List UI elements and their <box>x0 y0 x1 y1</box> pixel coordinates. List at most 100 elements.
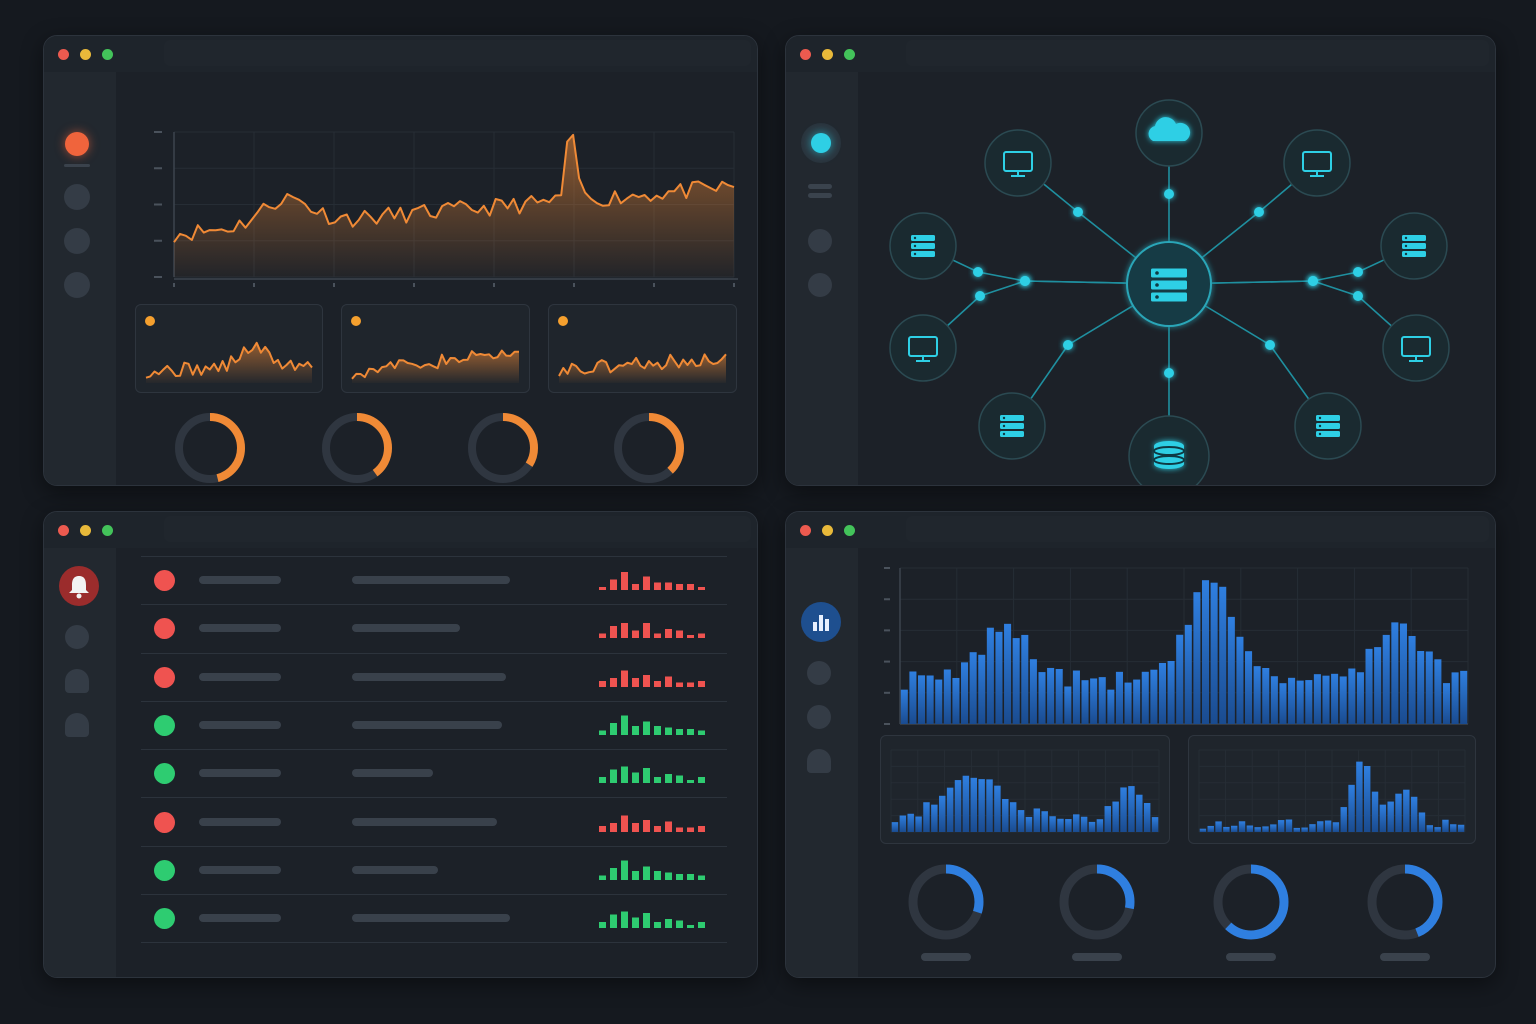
bar <box>1253 666 1261 724</box>
monitor-node[interactable] <box>1382 314 1450 382</box>
minimize-button[interactable] <box>822 525 833 536</box>
alert-name-bar <box>199 769 281 778</box>
sparkline-chart <box>599 815 705 832</box>
server-node[interactable] <box>889 212 957 280</box>
alert-row[interactable] <box>141 894 727 944</box>
maximize-button[interactable] <box>844 525 855 536</box>
menu-icon[interactable] <box>808 184 832 189</box>
bar <box>1151 817 1159 832</box>
sidebar-item-two[interactable] <box>64 228 90 254</box>
sidebar-item-user[interactable] <box>807 749 831 773</box>
close-button[interactable] <box>800 525 811 536</box>
alert-row[interactable] <box>141 604 727 654</box>
bar <box>1339 676 1347 724</box>
bar <box>1038 672 1046 724</box>
sidebar-item-active[interactable] <box>65 132 89 156</box>
bar <box>1041 811 1048 832</box>
bar <box>1017 810 1025 832</box>
maximize-button[interactable] <box>102 49 113 60</box>
sparkline-bar <box>610 867 617 880</box>
menu-icon-bar <box>808 193 832 198</box>
sidebar-item-three[interactable] <box>64 272 90 298</box>
sidebar-item-alerts[interactable] <box>59 566 99 606</box>
bar <box>1279 683 1287 724</box>
sparkline-bar <box>654 680 661 687</box>
server-icon <box>1402 235 1426 257</box>
cloud-node[interactable] <box>1135 99 1203 167</box>
alert-row[interactable] <box>141 846 727 896</box>
bar <box>1033 808 1041 832</box>
server-node[interactable] <box>1380 212 1448 280</box>
sidebar-item-chat[interactable] <box>64 184 90 210</box>
alerts-window <box>43 511 758 978</box>
sparkline-bar <box>676 728 683 735</box>
alert-row[interactable] <box>141 653 727 702</box>
central-server-node[interactable] <box>1126 241 1212 327</box>
server-node[interactable] <box>1294 392 1362 460</box>
alert-name-bar <box>199 576 281 584</box>
status-error-icon <box>154 618 175 640</box>
maximize-button[interactable] <box>844 49 855 60</box>
monitor-node[interactable] <box>889 314 957 382</box>
bar <box>1021 634 1029 724</box>
bar <box>1029 659 1037 724</box>
alert-row[interactable] <box>141 701 727 751</box>
alert-row[interactable] <box>141 798 727 847</box>
sparkline-bar <box>676 682 683 687</box>
sidebar <box>44 72 116 485</box>
sidebar-item-two[interactable] <box>807 705 831 729</box>
bar <box>1120 787 1127 832</box>
bar <box>1408 635 1416 724</box>
server-node[interactable] <box>978 392 1046 460</box>
sidebar-item-profile[interactable] <box>65 713 89 737</box>
sparkline-bar <box>676 827 683 832</box>
sparkline-bar <box>621 860 628 880</box>
maximize-button[interactable] <box>102 525 113 536</box>
sidebar-item-settings[interactable] <box>808 229 832 253</box>
sidebar <box>786 548 858 977</box>
monitor-node[interactable] <box>1283 129 1351 197</box>
minimize-button[interactable] <box>822 49 833 60</box>
sparkline-bar <box>687 635 694 639</box>
sidebar-item-active[interactable] <box>801 123 841 163</box>
sparkline-bar <box>621 715 628 735</box>
sidebar-item-user[interactable] <box>65 669 89 693</box>
gauge-label-bar <box>921 953 971 961</box>
sparkline-bar <box>698 825 705 832</box>
alert-row[interactable] <box>141 749 727 799</box>
bar <box>986 779 993 832</box>
sparkline-bar <box>676 920 683 929</box>
sparkline-bar <box>610 626 617 639</box>
bar <box>1418 812 1426 832</box>
analytics-window <box>43 35 758 486</box>
sidebar-item-chat[interactable] <box>807 661 831 685</box>
alert-row[interactable] <box>141 556 727 606</box>
bar <box>969 652 977 724</box>
sidebar-item-charts[interactable] <box>801 602 841 642</box>
close-button[interactable] <box>58 525 69 536</box>
connection-dot <box>1353 291 1363 301</box>
bar-chart-icon <box>813 615 829 631</box>
title-bar <box>786 512 1495 548</box>
sparkline-bar <box>687 780 694 784</box>
sidebar-item-refresh[interactable] <box>808 273 832 297</box>
connection-dot <box>1164 368 1174 378</box>
bar <box>935 679 943 724</box>
sparkline-bar <box>665 676 672 687</box>
sidebar-item-chat[interactable] <box>65 625 89 649</box>
sidebar <box>44 548 116 977</box>
sparkline-chart <box>599 911 705 929</box>
bar <box>1012 638 1020 724</box>
minimize-button[interactable] <box>80 525 91 536</box>
database-node[interactable] <box>1128 415 1210 485</box>
sparkline-bar <box>621 911 628 929</box>
bar <box>1356 761 1363 832</box>
sparkline-bars <box>599 815 705 832</box>
monitor-node[interactable] <box>984 129 1052 197</box>
close-button[interactable] <box>58 49 69 60</box>
sparkline-bar <box>643 623 650 639</box>
network-content <box>858 72 1495 485</box>
sparkline-bar <box>632 870 639 880</box>
minimize-button[interactable] <box>80 49 91 60</box>
close-button[interactable] <box>800 49 811 60</box>
